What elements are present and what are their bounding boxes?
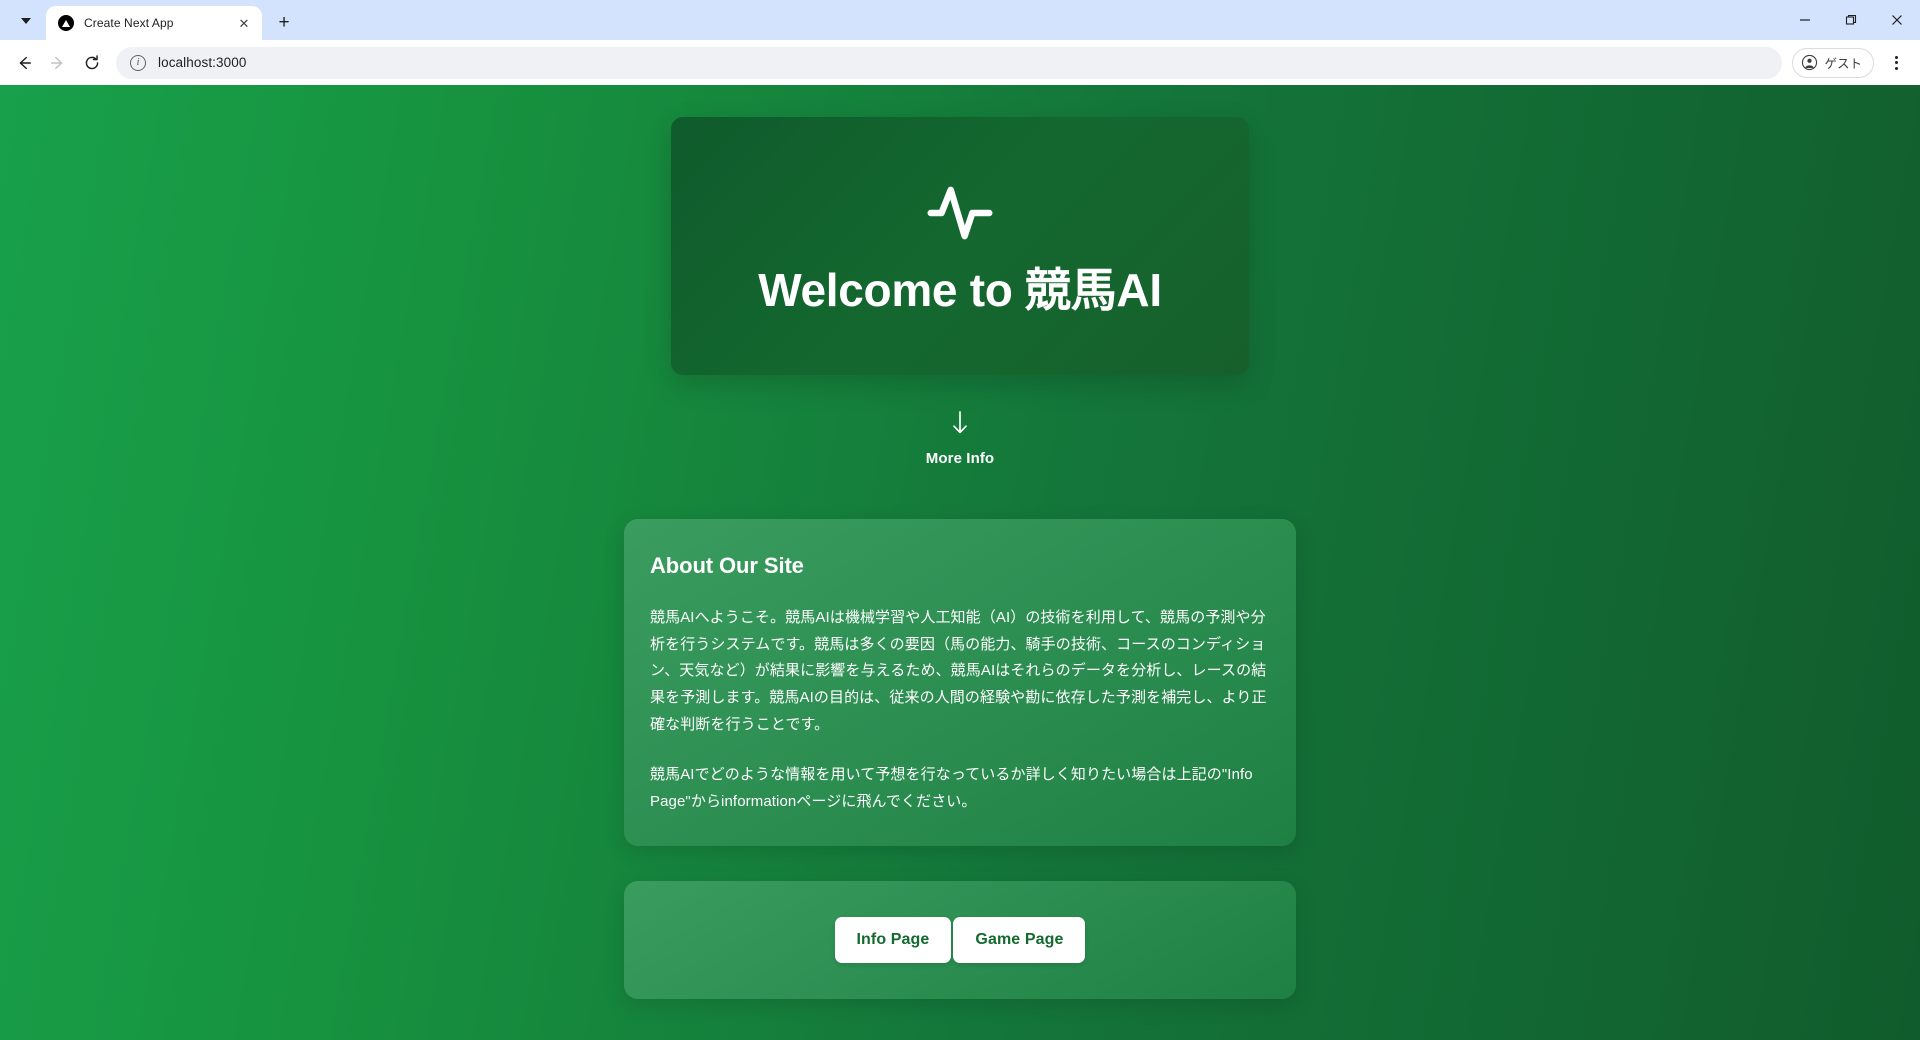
account-circle-icon: [1801, 54, 1818, 71]
about-paragraph: 競馬AIへようこそ。競馬AIは機械学習や人工知能（AI）の技術を利用して、競馬の…: [650, 605, 1270, 738]
page-button-row: Info Page Game Page: [835, 917, 1086, 963]
about-paragraph: 競馬AIでどのような情報を用いて予想を行なっているか詳しく知りたい場合は上記の"…: [650, 762, 1270, 815]
activity-pulse-icon: [923, 176, 997, 255]
browser-window: Create Next App ✕ +: [0, 0, 1920, 1040]
page-title: Welcome to 競馬AI: [758, 265, 1162, 316]
about-heading: About Our Site: [650, 553, 1270, 579]
tab-search-button[interactable]: [8, 5, 44, 37]
more-info-anchor[interactable]: More Info: [926, 410, 994, 467]
chevron-down-icon: [21, 18, 31, 24]
browser-tab[interactable]: Create Next App ✕: [46, 6, 262, 40]
page-viewport: Welcome to 競馬AI More Info About Our Site…: [0, 85, 1920, 1040]
actions-card: Info Page Game Page: [624, 881, 1296, 999]
about-card: About Our Site 競馬AIへようこそ。競馬AIは機械学習や人工知能（…: [624, 519, 1296, 846]
tab-strip: Create Next App ✕ +: [0, 0, 1920, 40]
new-tab-button[interactable]: +: [270, 8, 298, 36]
window-close-icon[interactable]: [1874, 0, 1920, 40]
arrow-down-icon: [950, 410, 970, 441]
window-controls: [1782, 0, 1920, 40]
hero-card: Welcome to 競馬AI: [671, 117, 1249, 375]
minimize-icon[interactable]: [1782, 0, 1828, 40]
address-bar[interactable]: i localhost:3000: [116, 47, 1782, 79]
kebab-menu-icon[interactable]: [1880, 47, 1912, 79]
arrow-left-icon[interactable]: [8, 47, 40, 79]
close-icon[interactable]: ✕: [234, 13, 254, 33]
profile-label: ゲスト: [1824, 53, 1862, 72]
arrow-right-icon[interactable]: [42, 47, 74, 79]
game-page-button[interactable]: Game Page: [953, 917, 1085, 963]
page-content: Welcome to 競馬AI More Info About Our Site…: [0, 85, 1920, 1040]
profile-button[interactable]: ゲスト: [1792, 48, 1874, 78]
browser-toolbar: i localhost:3000 ゲスト: [0, 40, 1920, 85]
address-bar-url: localhost:3000: [158, 55, 246, 70]
info-page-button[interactable]: Info Page: [835, 917, 952, 963]
tab-title: Create Next App: [84, 16, 228, 30]
reload-icon[interactable]: [76, 47, 108, 79]
nextjs-triangle-icon: [58, 15, 74, 31]
maximize-icon[interactable]: [1828, 0, 1874, 40]
info-circle-icon[interactable]: i: [130, 55, 146, 71]
more-info-label: More Info: [926, 450, 994, 467]
